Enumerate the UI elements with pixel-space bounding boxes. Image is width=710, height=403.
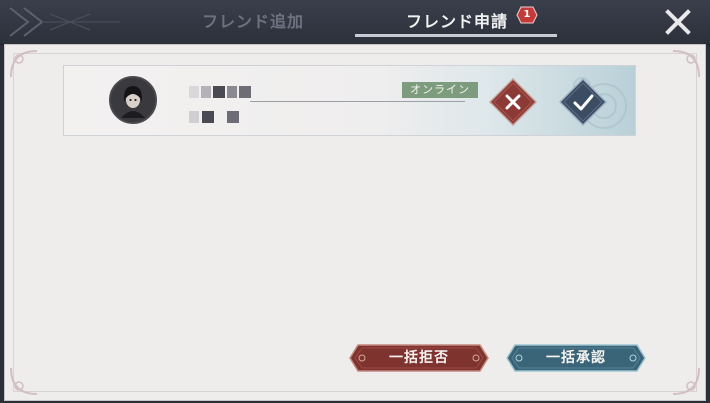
close-icon[interactable] bbox=[660, 4, 696, 40]
bulk-accept-button[interactable]: 一括承認 bbox=[505, 343, 647, 373]
tab-add-friend[interactable]: フレンド追加 bbox=[202, 8, 304, 36]
tab-bar: フレンド追加 フレンド申請 1 bbox=[0, 0, 710, 45]
reject-request-button[interactable] bbox=[489, 78, 537, 126]
corner-ornament-icon bbox=[672, 367, 700, 395]
friend-request-card: オンライン bbox=[63, 65, 636, 136]
player-name-censored bbox=[189, 86, 253, 98]
bulk-reject-button[interactable]: 一括拒否 bbox=[348, 343, 490, 373]
bulk-reject-label: 一括拒否 bbox=[389, 350, 449, 366]
corner-ornament-icon bbox=[672, 50, 700, 78]
player-info-censored bbox=[189, 111, 249, 123]
name-divider bbox=[250, 101, 465, 102]
request-count: 1 bbox=[523, 9, 531, 20]
tab-friend-requests[interactable]: フレンド申請 bbox=[406, 8, 508, 36]
bulk-accept-label: 一括承認 bbox=[546, 350, 606, 366]
corner-ornament-icon bbox=[10, 50, 38, 78]
online-status-badge: オンライン bbox=[402, 82, 478, 98]
request-count-badge: 1 bbox=[516, 6, 538, 24]
accept-request-button[interactable] bbox=[559, 78, 607, 126]
avatar[interactable] bbox=[109, 76, 157, 124]
active-tab-indicator bbox=[355, 34, 557, 37]
player-portrait-icon bbox=[111, 78, 155, 122]
ornament-left-icon bbox=[9, 7, 120, 37]
corner-ornament-icon bbox=[10, 367, 38, 395]
